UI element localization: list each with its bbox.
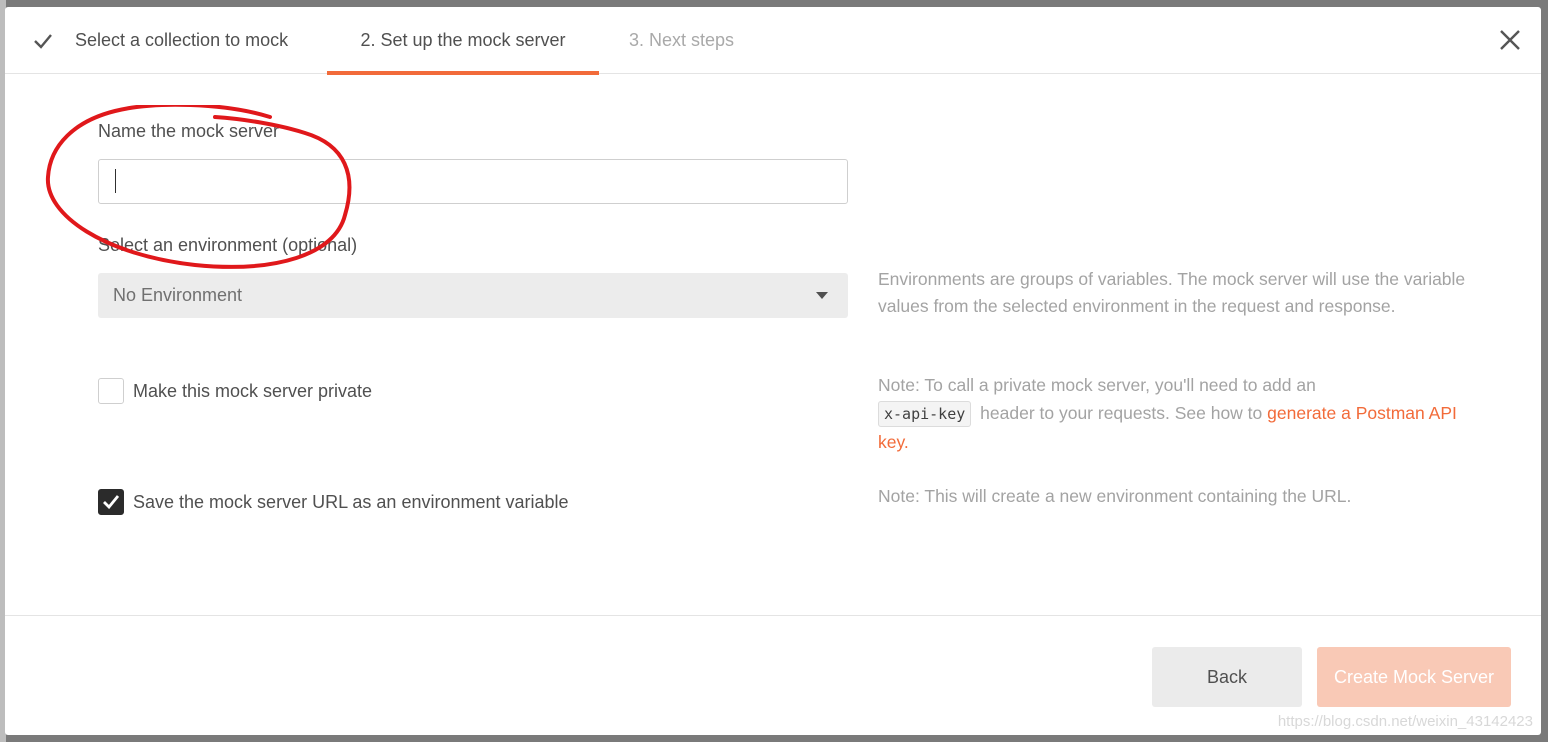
private-checkbox[interactable] (98, 378, 124, 404)
chevron-down-icon (816, 292, 828, 299)
step-label: Select a collection to mock (75, 30, 289, 50)
watermark: https://blog.csdn.net/weixin_43142423 (1277, 713, 1533, 730)
private-checkbox-label: Make this mock server private (133, 380, 373, 401)
step-setup-mock-server[interactable]: 2. Set up the mock server (327, 7, 599, 75)
step-label: 2. Set up the mock server (360, 30, 566, 50)
text-caret (115, 169, 116, 193)
save-url-option: Save the mock server URL as an environme… (98, 489, 569, 515)
save-url-checkbox[interactable] (98, 489, 124, 515)
private-note-middle: header to your requests. See how to (980, 403, 1263, 423)
api-key-code: x-api-key (878, 401, 972, 427)
mock-server-name-input[interactable] (98, 159, 848, 204)
environment-label: Select an environment (optional) (98, 235, 358, 255)
step-next-steps[interactable]: 3. Next steps (629, 7, 734, 74)
create-mock-server-button[interactable]: Create Mock Server (1317, 647, 1511, 707)
step-select-collection[interactable]: Select a collection to mock (33, 7, 288, 74)
environment-help-text: Environments are groups of variables. Th… (878, 269, 1466, 316)
name-label: Name the mock server (98, 121, 280, 141)
save-url-help-text: Note: This will create a new environment… (878, 486, 1352, 506)
environment-selected-value: No Environment (113, 285, 243, 305)
wizard-steps: Select a collection to mock 2. Set up th… (5, 7, 1541, 75)
checkmark-icon (103, 495, 120, 510)
private-help-text: Note: To call a private mock server, you… (878, 371, 1478, 456)
mock-server-modal: Select a collection to mock 2. Set up th… (5, 7, 1541, 735)
private-option: Make this mock server private (98, 378, 372, 404)
private-note-prefix: Note: To call a private mock server, you… (878, 375, 1316, 395)
step-label: 3. Next steps (629, 30, 735, 50)
close-icon[interactable] (1497, 27, 1523, 53)
back-button[interactable]: Back (1152, 647, 1302, 707)
modal-footer: Back Create Mock Server https://blog.csd… (5, 615, 1541, 735)
environment-select[interactable]: No Environment (98, 273, 848, 318)
save-url-checkbox-label: Save the mock server URL as an environme… (133, 491, 569, 512)
check-icon (33, 31, 53, 51)
